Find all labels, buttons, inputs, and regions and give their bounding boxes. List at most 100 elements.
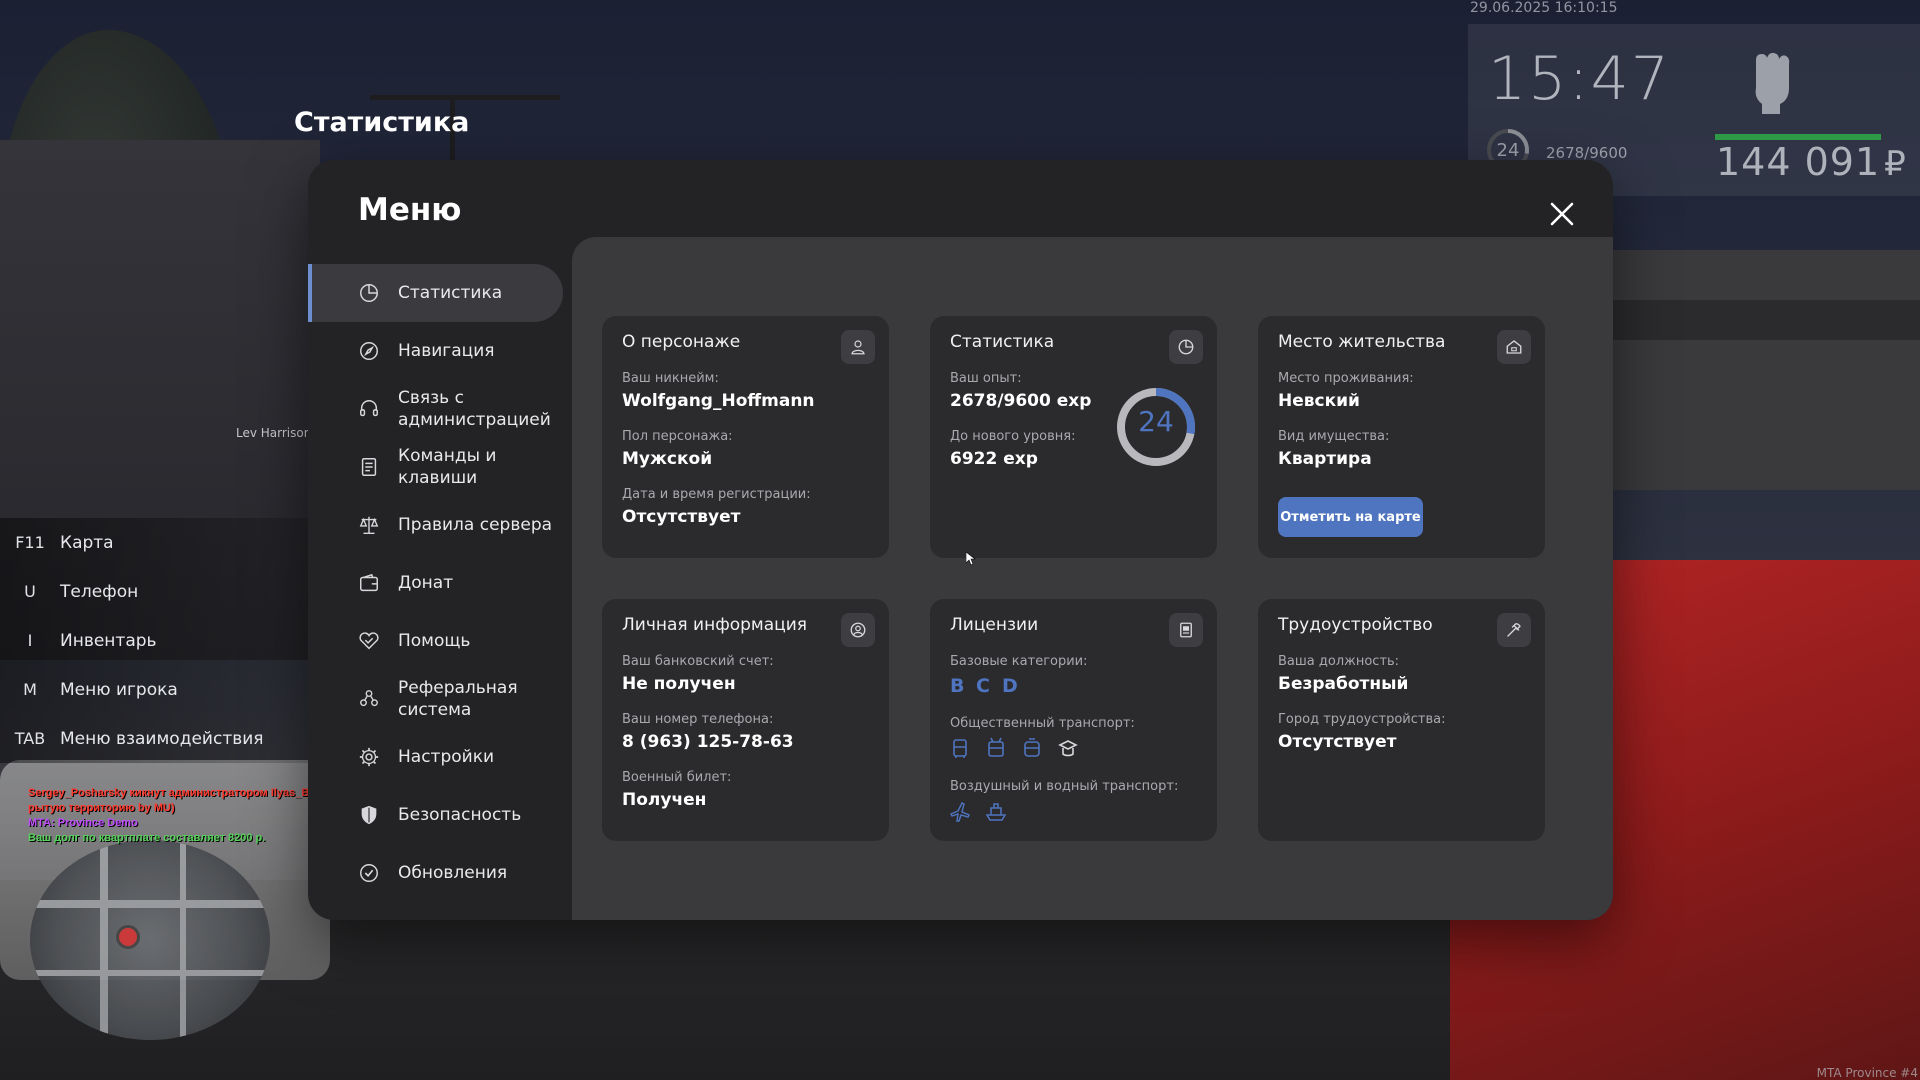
- card-title: Трудоустройство: [1278, 615, 1433, 635]
- field-label: Ваш никнейм:: [622, 371, 719, 386]
- hotkey-row-interaction: TAB Меню взаимодействия: [0, 714, 310, 763]
- plane-icon: [950, 802, 970, 822]
- building: [1600, 250, 1920, 490]
- sidebar-item-label: Помощь: [398, 631, 471, 651]
- taxi-icon: [1058, 740, 1078, 757]
- menu-title: Меню: [358, 192, 462, 228]
- sidebar-item-label: Правила сервера: [398, 515, 553, 535]
- tram-icon: [1024, 738, 1040, 757]
- field-label: Дата и время регистрации:: [622, 487, 811, 502]
- sidebar-item-navigation[interactable]: Навигация: [308, 322, 573, 380]
- card-character: О персонаже Ваш никнейм: Wolfgang_Hoffma…: [602, 316, 889, 558]
- card-residence: Место жительства Место проживания: Невск…: [1258, 316, 1545, 558]
- sidebar-item-statistics[interactable]: Статистика: [308, 264, 563, 322]
- server-watermark: MTA Province #4: [1816, 1066, 1918, 1080]
- hotkey-key: U: [24, 582, 36, 601]
- wallet-icon: [360, 573, 378, 592]
- street-lamp-arm: [370, 95, 560, 100]
- card-title: Личная информация: [622, 615, 808, 635]
- license-category: C: [976, 675, 990, 697]
- close-icon[interactable]: [1542, 194, 1582, 234]
- field-value: 2678/9600 exp: [950, 391, 1092, 411]
- document-icon: [361, 458, 377, 476]
- house-icon: [1506, 340, 1522, 354]
- card-title: Статистика: [950, 332, 1055, 352]
- people-icon: [360, 690, 378, 707]
- level-number: 24: [1138, 405, 1174, 438]
- pie-chart-icon: [360, 284, 378, 302]
- mark-on-map-button[interactable]: Отметить на карте: [1278, 497, 1423, 537]
- sidebar-item-label: Донат: [398, 573, 454, 593]
- check-circle-icon: [360, 864, 378, 882]
- sidebar-item-label: Связь с администрацией: [398, 388, 551, 430]
- hotkey-row-map: F11 Карта: [0, 518, 310, 567]
- hammer-icon: [1507, 623, 1521, 637]
- sidebar-item-admin-contact[interactable]: Связь с администрацией: [308, 380, 573, 438]
- shield-icon: [361, 805, 377, 825]
- minimap-road: [100, 840, 108, 1040]
- page-title: Статистика: [294, 107, 470, 138]
- field-value: Не получен: [622, 674, 736, 694]
- hud-level: 24: [1496, 140, 1520, 161]
- money-amount: 144 091: [1716, 140, 1881, 184]
- field-label: Город трудоустройства:: [1278, 712, 1446, 727]
- field-label: Общественный транспорт:: [950, 716, 1135, 731]
- field-label: Вид имущества:: [1278, 429, 1390, 444]
- user-circle-icon: [850, 622, 866, 638]
- sidebar-item-updates[interactable]: Обновления: [308, 844, 573, 902]
- sidebar-item-label: Статистика: [398, 283, 503, 303]
- fist-icon: [1755, 52, 1790, 114]
- field-value: Wolfgang_Hoffmann: [622, 391, 815, 411]
- user-icon: [851, 340, 865, 355]
- sidebar-item-referral[interactable]: Реферальная система: [308, 670, 573, 728]
- card-employment: Трудоустройство Ваша должность: Безработ…: [1258, 599, 1545, 841]
- sidebar-item-help[interactable]: Помощь: [308, 612, 573, 670]
- hotkey-key: I: [27, 631, 33, 650]
- gear-icon: [359, 747, 379, 767]
- sidebar-item-settings[interactable]: Настройки: [308, 728, 573, 786]
- hotkey-key: M: [23, 680, 37, 699]
- card-icon-box: [1169, 613, 1203, 647]
- id-card-icon: [1180, 622, 1192, 638]
- field-label: Пол персонажа:: [622, 429, 733, 444]
- hotkey-label: Меню игрока: [60, 679, 178, 700]
- scales-icon: [359, 516, 379, 534]
- minimap-road: [30, 970, 270, 976]
- card-personal-info: Личная информация Ваш банковский счет: Н…: [602, 599, 889, 841]
- hotkey-row-phone: U Телефон: [0, 567, 310, 616]
- field-value: 6922 exp: [950, 449, 1038, 469]
- sidebar-item-rules[interactable]: Правила сервера: [308, 496, 573, 554]
- sidebar-item-donate[interactable]: Донат: [308, 554, 573, 612]
- hotkey-row-player-menu: M Меню игрока: [0, 665, 310, 714]
- field-label: Ваша должность:: [1278, 654, 1400, 669]
- card-statistics: Статистика Ваш опыт: 2678/9600 exp До но…: [930, 316, 1217, 558]
- license-category: D: [1002, 675, 1018, 697]
- card-title: О персонаже: [622, 332, 741, 352]
- hotkey-label: Инвентарь: [60, 630, 157, 651]
- player-marker-icon: [116, 925, 140, 949]
- boat-icon: [985, 803, 1007, 821]
- card-title: Место жительства: [1278, 332, 1446, 352]
- card-icon-box: [1497, 613, 1531, 647]
- hotkey-label: Карта: [60, 532, 114, 553]
- sidebar-item-security[interactable]: Безопасность: [308, 786, 573, 844]
- hotkey-key: TAB: [14, 729, 46, 748]
- field-value: Безработный: [1278, 674, 1409, 694]
- minimap-road: [30, 900, 270, 908]
- field-label: Ваш номер телефона:: [622, 712, 774, 727]
- sidebar-item-label: Обновления: [398, 863, 508, 883]
- card-icon-box: [841, 613, 875, 647]
- hotkey-label: Телефон: [60, 581, 139, 602]
- mouse-cursor-icon: [966, 552, 976, 566]
- sidebar-item-commands[interactable]: Команды и клавиши: [308, 438, 573, 496]
- field-value: Отсутствует: [622, 507, 741, 527]
- menu-sidebar: Статистика Навигация Связь с администрац…: [308, 264, 573, 902]
- field-value: Отсутствует: [1278, 732, 1397, 752]
- pie-chart-icon: [1178, 339, 1194, 355]
- handshake-icon: [359, 632, 379, 650]
- hotkey-label: Меню взаимодействия: [60, 728, 264, 749]
- headset-icon: [360, 400, 378, 417]
- compass-icon: [360, 342, 378, 360]
- hotkey-key: F11: [15, 533, 45, 552]
- minimap: [30, 840, 270, 1040]
